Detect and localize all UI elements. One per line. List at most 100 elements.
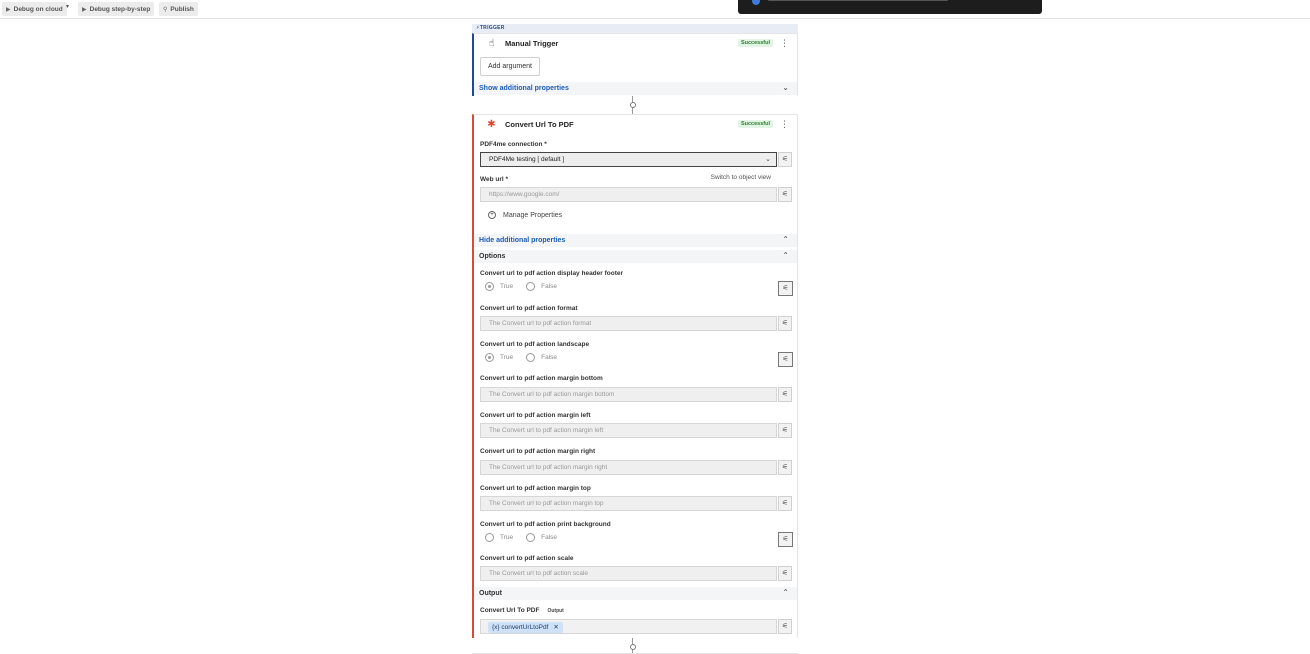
landscape-settings-button[interactable]: ⚟ bbox=[778, 352, 793, 367]
trigger-tag-label: TRIGGER bbox=[479, 25, 505, 31]
sliders-icon: ⚟ bbox=[781, 570, 789, 577]
opt-format-label: Convert url to pdf action format bbox=[480, 305, 578, 312]
chevron-up-icon: ⌃ bbox=[782, 588, 789, 597]
notification-toast[interactable] bbox=[738, 0, 1042, 14]
publish-label: Publish bbox=[170, 5, 194, 13]
sliders-icon: ⚟ bbox=[781, 500, 789, 507]
chevron-down-icon[interactable]: ▾ bbox=[66, 3, 69, 10]
radio-false-label: False bbox=[541, 534, 558, 541]
play-icon: ▶ bbox=[6, 6, 11, 13]
print-background-settings-button[interactable]: ⚟ bbox=[778, 532, 793, 547]
output-label: Output bbox=[479, 590, 502, 597]
opt-margin-top-label: Convert url to pdf action margin top bbox=[480, 485, 591, 492]
trigger-card-header[interactable]: ☝ Manual Trigger Successful ⋮ bbox=[474, 34, 797, 53]
manual-trigger-card[interactable]: ☝ Manual Trigger Successful ⋮ Add argume… bbox=[472, 33, 798, 96]
format-settings-button[interactable]: ⚟ bbox=[778, 316, 792, 331]
sliders-icon: ⚟ bbox=[781, 464, 789, 471]
output-settings-button[interactable]: ⚟ bbox=[778, 619, 792, 634]
hide-props-label: Hide additional properties bbox=[479, 237, 566, 244]
margin-bottom-settings-button[interactable]: ⚟ bbox=[778, 387, 792, 402]
chevron-down-icon: ⌄ bbox=[765, 156, 771, 163]
hand-pointer-icon: ☝ bbox=[488, 38, 495, 49]
output-chip-label: {x} convertUrLtoPdf bbox=[492, 624, 549, 631]
add-step-node[interactable] bbox=[630, 644, 636, 650]
sliders-icon: ⚟ bbox=[782, 285, 789, 292]
radio-true-label: True bbox=[500, 283, 514, 290]
action-card-header[interactable]: ✱ Convert Url To PDF Successful ⋮ bbox=[474, 115, 797, 134]
connection-select[interactable]: PDF4Me testing [ default ] ⌄ bbox=[480, 152, 777, 167]
step-play-icon: ▶ bbox=[82, 6, 87, 13]
more-options-icon[interactable]: ⋮ bbox=[780, 118, 789, 130]
switch-object-view-link[interactable]: Switch to object view bbox=[711, 174, 771, 181]
action-title: Convert Url To PDF bbox=[505, 120, 574, 129]
debug-step-button[interactable]: ▶ Debug step-by-step bbox=[78, 2, 155, 16]
sliders-icon: ⚟ bbox=[781, 391, 789, 398]
header-footer-settings-button[interactable]: ⚟ bbox=[778, 281, 793, 296]
sliders-icon: ⚟ bbox=[781, 156, 789, 163]
add-step-node[interactable] bbox=[630, 102, 636, 108]
connection-value: PDF4Me testing [ default ] bbox=[489, 156, 565, 163]
radio-true[interactable] bbox=[485, 353, 494, 362]
opt-header-footer-label: Convert url to pdf action display header… bbox=[480, 270, 624, 277]
margin-top-settings-button[interactable]: ⚟ bbox=[778, 496, 792, 511]
opt-margin-right-label: Convert url to pdf action margin right bbox=[480, 448, 596, 455]
options-section-header[interactable]: Options ⌃ bbox=[474, 250, 797, 263]
margin-top-input[interactable]: The Convert url to pdf action margin top bbox=[480, 496, 777, 511]
debug-on-cloud-button[interactable]: ▶ Debug on cloud bbox=[2, 2, 67, 16]
sliders-icon: ⚟ bbox=[781, 191, 789, 198]
margin-left-input[interactable]: The Convert url to pdf action margin lef… bbox=[480, 423, 777, 438]
more-options-icon[interactable]: ⋮ bbox=[780, 37, 789, 49]
publish-button[interactable]: ⚲ Publish bbox=[159, 2, 198, 16]
radio-true[interactable] bbox=[485, 282, 494, 291]
add-argument-button[interactable]: Add argument bbox=[480, 57, 540, 76]
web-url-settings-button[interactable]: ⚟ bbox=[778, 187, 792, 202]
sliders-icon: ⚟ bbox=[782, 536, 789, 543]
chevron-up-icon: ⌃ bbox=[782, 251, 789, 260]
publish-icon: ⚲ bbox=[163, 6, 168, 13]
manage-properties-button[interactable]: + Manage Properties bbox=[488, 211, 562, 219]
debug-step-label: Debug step-by-step bbox=[89, 5, 151, 13]
hide-additional-properties[interactable]: Hide additional properties ⌃ bbox=[474, 234, 797, 247]
output-section-header[interactable]: Output ⌃ bbox=[474, 587, 797, 600]
options-label: Options bbox=[479, 253, 506, 260]
radio-false[interactable] bbox=[526, 353, 536, 362]
connection-settings-button[interactable]: ⚟ bbox=[778, 152, 792, 167]
scale-settings-button[interactable]: ⚟ bbox=[778, 566, 792, 581]
output-variable-chip[interactable]: {x} convertUrLtoPdf ✕ bbox=[488, 622, 563, 633]
output-tag: Output bbox=[547, 608, 564, 614]
debug-on-cloud-label: Debug on cloud bbox=[13, 5, 63, 13]
print-background-radio-group: True False bbox=[485, 533, 570, 542]
trigger-tag: ⚡TRIGGER bbox=[472, 24, 798, 33]
opt-landscape-label: Convert url to pdf action landscape bbox=[480, 341, 590, 348]
sliders-icon: ⚟ bbox=[782, 356, 789, 363]
margin-bottom-input[interactable]: The Convert url to pdf action margin bot… bbox=[480, 387, 777, 402]
show-additional-properties[interactable]: Show additional properties ⌄ bbox=[474, 82, 797, 95]
convert-url-to-pdf-card[interactable]: ✱ Convert Url To PDF Successful ⋮ PDF4me… bbox=[472, 114, 798, 638]
margin-left-settings-button[interactable]: ⚟ bbox=[778, 423, 792, 438]
opt-margin-bottom-label: Convert url to pdf action margin bottom bbox=[480, 375, 603, 382]
output-field-label: Convert Url To PDF Output bbox=[480, 607, 564, 614]
toast-text bbox=[768, 0, 948, 1]
sliders-icon: ⚟ bbox=[781, 320, 789, 327]
output-field-label-text: Convert Url To PDF bbox=[480, 607, 540, 614]
status-badge: Successful bbox=[737, 120, 773, 128]
radio-false[interactable] bbox=[526, 533, 536, 542]
radio-false[interactable] bbox=[526, 282, 536, 291]
sliders-icon: ⚟ bbox=[781, 623, 789, 630]
chevron-down-icon: ⌄ bbox=[782, 83, 789, 92]
close-icon[interactable]: ✕ bbox=[553, 624, 558, 631]
format-input[interactable]: The Convert url to pdf action format bbox=[480, 316, 777, 331]
manage-properties-label: Manage Properties bbox=[503, 211, 563, 219]
opt-margin-left-label: Convert url to pdf action margin left bbox=[480, 412, 591, 419]
chevron-up-icon: ⌃ bbox=[782, 235, 789, 244]
margin-right-input[interactable]: The Convert url to pdf action margin rig… bbox=[480, 460, 777, 475]
scale-input[interactable]: The Convert url to pdf action scale bbox=[480, 566, 777, 581]
pdf4me-logo-icon: ✱ bbox=[487, 119, 496, 130]
web-url-label: Web url * bbox=[480, 176, 509, 183]
margin-right-settings-button[interactable]: ⚟ bbox=[778, 460, 792, 475]
web-url-input[interactable]: https://www.google.com/ bbox=[480, 187, 777, 202]
opt-print-background-label: Convert url to pdf action print backgrou… bbox=[480, 521, 611, 528]
show-props-label: Show additional properties bbox=[479, 85, 569, 92]
radio-true[interactable] bbox=[485, 533, 494, 542]
opt-scale-label: Convert url to pdf action scale bbox=[480, 555, 574, 562]
